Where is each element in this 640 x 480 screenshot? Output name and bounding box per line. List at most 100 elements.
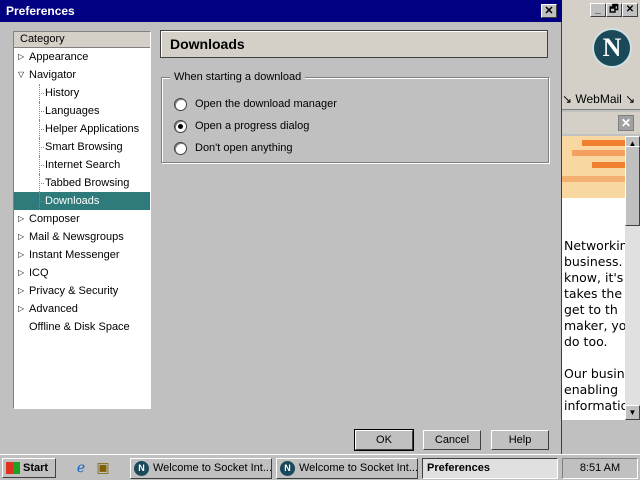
page-text-line: Our busin	[564, 366, 625, 381]
tree-item-downloads[interactable]: Downloads	[14, 192, 150, 210]
netscape-logo-icon[interactable]: N	[592, 28, 632, 68]
task-welcome-2[interactable]: N Welcome to Socket Int...	[276, 458, 418, 479]
page-text-line: informatio	[564, 398, 625, 413]
maximize-button[interactable]: 🗗	[606, 3, 622, 17]
radio-open-download-manager[interactable]: Open the download manager	[174, 96, 337, 112]
tree-item-history[interactable]: History	[14, 84, 150, 102]
task-welcome-1[interactable]: N Welcome to Socket Int...	[130, 458, 272, 479]
page-text-line	[564, 350, 625, 366]
tree-item-languages[interactable]: Languages	[14, 102, 150, 120]
collapsed-twisty-icon[interactable]: ▷	[18, 246, 28, 264]
tree-item-offline-disk-space[interactable]: Offline & Disk Space	[14, 318, 150, 336]
vertical-scrollbar[interactable]: ▲ ▼	[625, 136, 640, 420]
category-tree[interactable]: Category ▷ Appearance ▽ Navigator History Lan…	[13, 31, 151, 409]
radio-label: Open a progress dialog	[195, 120, 310, 132]
radio-icon[interactable]	[174, 119, 187, 133]
start-label: Start	[23, 462, 49, 474]
tree-item-helper-applications[interactable]: Helper Applications	[14, 120, 150, 138]
tree-item-instant-messenger[interactable]: ▷ Instant Messenger	[14, 246, 150, 264]
tree-item-mail-newsgroups[interactable]: ▷ Mail & Newsgroups	[14, 228, 150, 246]
tree-item-internet-search[interactable]: Internet Search	[14, 156, 150, 174]
group-label: When starting a download	[170, 71, 306, 83]
minimize-button[interactable]: _	[590, 3, 606, 17]
tree-item-label: History	[45, 87, 80, 99]
radio-icon[interactable]	[174, 141, 187, 155]
tree-item-label: Internet Search	[45, 159, 121, 171]
panel-title: Downloads	[160, 30, 548, 58]
tree-item-label: Smart Browsing	[45, 141, 123, 153]
tree-item-smart-browsing[interactable]: Smart Browsing	[14, 138, 150, 156]
page-text-line: business.	[564, 254, 623, 269]
dialog-titlebar: Preferences ✕	[0, 0, 562, 22]
collapsed-twisty-icon[interactable]: ▷	[18, 48, 28, 66]
page-text-line: get to th	[564, 302, 618, 317]
page-text-line: maker, yo	[564, 318, 625, 333]
page-text-line: know, it's	[564, 270, 624, 285]
tree-item-label: Tabbed Browsing	[45, 177, 130, 189]
collapsed-twisty-icon[interactable]: ▷	[18, 300, 28, 318]
web-page-content: Networkin business. know, it's takes the get…	[562, 136, 625, 420]
sidebar-closebar: ✕	[562, 112, 640, 134]
scroll-thumb[interactable]	[625, 146, 640, 226]
tree-item-label: Helper Applications	[45, 123, 140, 135]
clock[interactable]: 8:51 AM	[580, 462, 620, 474]
category-header[interactable]: Category	[14, 32, 150, 48]
background-close-button[interactable]: ✕	[622, 3, 638, 17]
dialog-close-button[interactable]: ✕	[541, 4, 557, 18]
scroll-down-icon[interactable]: ▼	[625, 405, 640, 420]
tree-item-label: Navigator	[29, 69, 77, 81]
background-toolbar: N ↘ WebMail ↘	[562, 22, 640, 110]
banner-image	[562, 136, 625, 198]
download-options-group: When starting a download Open the downlo…	[161, 71, 549, 163]
webmail-link[interactable]: ↘ WebMail ↘	[562, 92, 635, 106]
task-label: Preferences	[427, 462, 490, 474]
radio-icon[interactable]	[174, 97, 187, 111]
radio-open-progress-dialog[interactable]: Open a progress dialog	[174, 118, 309, 134]
preferences-dialog: Preferences ✕ Category ▷ Appearance ▽ Navig…	[0, 0, 562, 454]
dialog-title: Preferences	[6, 4, 75, 18]
task-label: Welcome to Socket Int...	[153, 462, 272, 474]
status-bar	[562, 420, 640, 454]
netscape-icon: N	[134, 461, 149, 476]
ok-button[interactable]: OK	[354, 429, 414, 451]
tree-items: ▷ Appearance ▽ Navigator History Languages Hel…	[14, 48, 150, 336]
radio-dont-open-anything[interactable]: Don't open anything	[174, 140, 293, 156]
page-text: Networkin business. know, it's takes the get…	[564, 238, 625, 414]
tree-item-label: Composer	[29, 213, 80, 225]
taskbar: Start ℯ ▣ N Welcome to Socket Int... N W…	[0, 454, 640, 480]
tree-item-label: Mail & Newsgroups	[29, 231, 124, 243]
tree-item-label: Languages	[45, 105, 100, 117]
radio-label: Open the download manager	[195, 98, 337, 110]
collapsed-twisty-icon[interactable]: ▷	[18, 228, 28, 246]
collapsed-twisty-icon[interactable]: ▷	[18, 264, 28, 282]
collapsed-twisty-icon[interactable]: ▷	[18, 210, 28, 228]
tree-item-label: Appearance	[29, 51, 89, 63]
tree-item-icq[interactable]: ▷ ICQ	[14, 264, 150, 282]
help-button[interactable]: Help	[491, 430, 549, 450]
expanded-twisty-icon[interactable]: ▽	[18, 66, 28, 84]
task-preferences[interactable]: Preferences	[422, 458, 558, 479]
cancel-button[interactable]: Cancel	[423, 430, 481, 450]
tree-item-label: ICQ	[29, 267, 49, 279]
desktop-icon[interactable]: ▣	[94, 459, 112, 477]
collapsed-twisty-icon[interactable]: ▷	[18, 282, 28, 300]
tree-item-label: Downloads	[45, 195, 100, 207]
radio-label: Don't open anything	[195, 142, 293, 154]
tree-item-label: Instant Messenger	[29, 249, 120, 261]
tree-item-privacy-security[interactable]: ▷ Privacy & Security	[14, 282, 150, 300]
tree-item-label: Offline & Disk Space	[29, 321, 130, 333]
netscape-icon: N	[280, 461, 295, 476]
system-tray: 8:51 AM	[562, 458, 638, 479]
tree-item-advanced[interactable]: ▷ Advanced	[14, 300, 150, 318]
start-button[interactable]: Start	[2, 458, 56, 478]
windows-logo-icon	[6, 462, 20, 474]
close-icon[interactable]: ✕	[618, 115, 634, 131]
task-label: Welcome to Socket Int...	[299, 462, 418, 474]
tree-item-label: Advanced	[29, 303, 78, 315]
tree-item-appearance[interactable]: ▷ Appearance	[14, 48, 150, 66]
page-text-line: do too.	[564, 334, 608, 349]
tree-item-composer[interactable]: ▷ Composer	[14, 210, 150, 228]
internet-explorer-icon[interactable]: ℯ	[72, 459, 90, 477]
tree-item-tabbed-browsing[interactable]: Tabbed Browsing	[14, 174, 150, 192]
tree-item-navigator[interactable]: ▽ Navigator	[14, 66, 150, 84]
